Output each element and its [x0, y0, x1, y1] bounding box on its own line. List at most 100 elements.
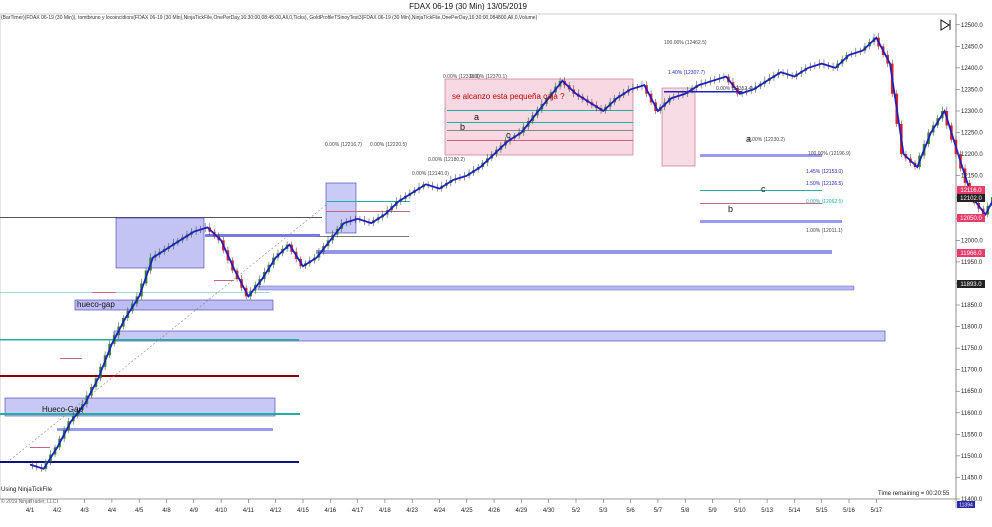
x-tick-label: 4/12: [270, 508, 282, 514]
blue-band-5: [700, 154, 822, 157]
red-annotation: se alcanzo esta pequeña caja ?: [452, 92, 565, 101]
fib-line-9: [700, 203, 822, 204]
x-tick-label: 4/9: [190, 508, 199, 514]
gray-line: [317, 236, 409, 237]
blue-band-4: [700, 220, 842, 223]
dark-red-line: [0, 375, 299, 377]
fib-label: 0.00% (12230.2): [748, 137, 785, 143]
price-marker: 11966.0: [957, 249, 985, 257]
x-tick-label: 5/15: [816, 508, 828, 514]
blue-band-6: [57, 428, 273, 431]
x-tick-label: 4/11: [243, 508, 255, 514]
x-tick-label: 5/8: [681, 508, 690, 514]
fib-line-4: [447, 122, 633, 123]
x-tick-label: 4/17: [352, 508, 364, 514]
fib-line-6: [447, 140, 633, 141]
price-marker-label: 11893.0: [960, 282, 982, 288]
fib-label: 0.00% (12220.5): [370, 142, 407, 148]
y-tick-label: 11750.0: [961, 346, 983, 352]
pink-mark-3: [92, 292, 116, 293]
label-b-1: b: [460, 122, 465, 132]
fib-label: 1.00% (12011.1): [806, 228, 843, 234]
y-tick-label: 11450.0: [961, 475, 983, 481]
price-marker-label: 11394: [959, 503, 973, 509]
pink-mark-4: [214, 280, 234, 281]
x-tick-label: 4/15: [297, 508, 309, 514]
y-tick-label: 12400.0: [961, 66, 983, 72]
label-b-2: b: [728, 204, 733, 214]
price-marker-label: 12102.0: [960, 196, 982, 202]
chart-window: FDAX 06-19 (30 Min) 13/05/2019 (BarTimer…: [0, 0, 992, 527]
y-tick-label: 12450.0: [961, 44, 983, 50]
x-tick-label: 4/18: [379, 508, 391, 514]
x-tick-label: 5/6: [626, 508, 635, 514]
blue-band-1: [205, 234, 320, 237]
x-tick-label: 4/29: [516, 508, 528, 514]
x-tick-label: 4/3: [80, 508, 89, 514]
x-tick-label: 4/5: [135, 508, 144, 514]
price-marker: 12116.0: [957, 186, 985, 194]
y-tick-label: 11650.0: [961, 389, 983, 395]
y-tick-label: 12300.0: [961, 109, 983, 115]
x-tick-label: 5/17: [870, 508, 882, 514]
x-tick-label: 5/9: [708, 508, 717, 514]
fib-label: 100.00% (12462.5): [664, 40, 707, 46]
fib-label: 0.00% (12180.2): [428, 157, 465, 163]
x-tick-label: 4/16: [324, 508, 336, 514]
fib-label: 100.00% (12196.9): [808, 151, 851, 157]
price-marker: 12050.0: [957, 214, 985, 222]
y-tick-label: 12150.0: [961, 174, 983, 180]
time-remaining: Time remaining = 00:20:55: [878, 491, 950, 497]
x-tick-label: 4/2: [53, 508, 62, 514]
y-tick-label: 12350.0: [961, 87, 983, 93]
price-marker: 12102.0: [957, 194, 985, 202]
x-tick-label: 4/24: [434, 508, 446, 514]
x-tick-label: 4/8: [162, 508, 171, 514]
range-box-1: [115, 217, 205, 269]
y-tick-label: 11700.0: [961, 368, 983, 374]
price-marker-label: 11966.0: [960, 251, 982, 257]
x-tick-label: 4/26: [488, 508, 500, 514]
fib-label: 1.50% (12126.5): [806, 181, 843, 187]
y-tick-label: 12200.0: [961, 152, 983, 158]
price-marker: 11394: [957, 501, 975, 509]
x-tick-label: 5/16: [843, 508, 855, 514]
y-tick-label: 11950.0: [961, 260, 983, 266]
x-tick-label: 5/14: [789, 508, 801, 514]
y-tick-label: 12250.0: [961, 131, 983, 137]
price-marker-label: 12116.0: [960, 188, 982, 194]
fib-label: 0.00% (12338.0): [443, 74, 480, 80]
x-tick-label: 4/10: [215, 508, 227, 514]
x-tick-label: 5/13: [761, 508, 773, 514]
window-title: FDAX 06-19 (30 Min) 13/05/2019: [409, 2, 527, 11]
fib-label: 0.00% (12062.5): [806, 199, 843, 205]
pink-mark-2: [60, 358, 82, 359]
light-teal-line: [0, 292, 270, 293]
fib-label: 0.00% (12216.7): [325, 142, 362, 148]
x-tick-label: 4/4: [108, 508, 117, 514]
hueco-gap-label-1: hueco-gap: [77, 300, 115, 309]
fib-label: 1.40% (12307.7): [668, 70, 705, 76]
x-tick-label: 4/1: [26, 508, 35, 514]
fib-label: 0.00% (12140.0): [412, 171, 449, 177]
y-tick-label: 11600.0: [961, 411, 983, 417]
footer-copyright: © 2019 NinjaTrader, LLC: [1, 498, 57, 505]
teal-line-2: [0, 339, 299, 341]
y-tick-label: 11800.0: [961, 325, 983, 331]
fib-line-5: [447, 130, 633, 131]
fib-label: 0.00% (12352.4): [716, 86, 753, 92]
y-axis: 11400.011450.011500.011550.011600.011650…: [956, 23, 983, 503]
x-tick-label: 4/25: [461, 508, 473, 514]
price-marker: 11893.0: [957, 280, 985, 288]
y-tick-label: 12000.0: [961, 238, 983, 244]
x-tick-label: 5/7: [654, 508, 663, 514]
fib-line-2: [326, 211, 410, 212]
panel-collapse-icon[interactable]: [940, 19, 951, 31]
price-chart[interactable]: FDAX 06-19 (30 Min) 13/05/2019 (BarTimer…: [0, 0, 992, 527]
y-tick-label: 11550.0: [961, 432, 983, 438]
y-tick-label: 11850.0: [961, 303, 983, 309]
y-tick-label: 11500.0: [961, 454, 983, 460]
x-tick-label: 5/2: [572, 508, 581, 514]
x-axis: 4/1 4/2 4/3 4/4 4/5 4/8 4/9 4/10 4/11 4/12 4/15 4/1…: [26, 499, 883, 514]
x-tick-label: 4/30: [543, 508, 555, 514]
